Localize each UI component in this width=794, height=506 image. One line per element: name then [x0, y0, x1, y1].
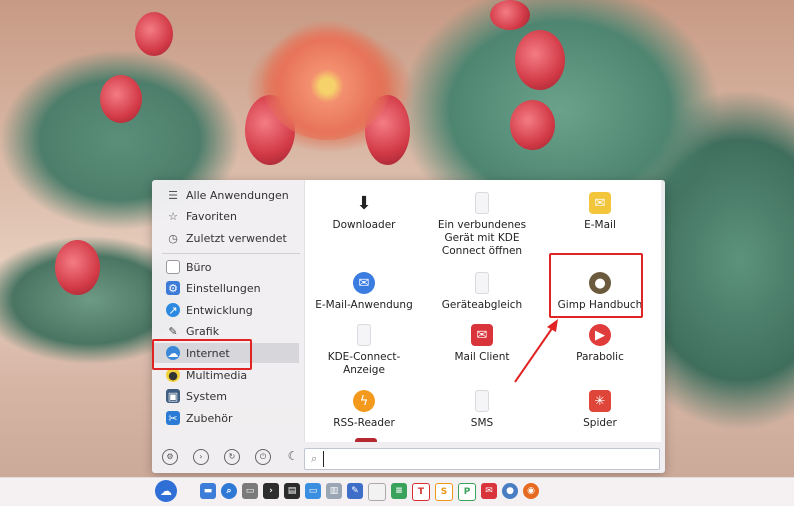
firefox-icon[interactable]: ◉ [523, 483, 539, 499]
terminal-icon[interactable]: › [263, 483, 279, 499]
text-icon[interactable]: T [412, 483, 430, 501]
presentation-icon[interactable]: P [458, 483, 476, 501]
mail-icon[interactable]: ✉ [481, 483, 497, 499]
taskbar-apps: ▬ ⌕ ▭ › ▤ ▭ ▥ ✎ ≡ T S P ✉ ● ◉ [200, 483, 539, 501]
spreadsheet-icon[interactable]: S [435, 483, 453, 501]
screen-icon[interactable]: ▤ [284, 483, 300, 499]
archive-icon[interactable]: ▥ [326, 483, 342, 499]
document-icon[interactable] [368, 483, 386, 501]
drive-icon[interactable]: ▭ [242, 483, 258, 499]
pointer-arrow [514, 319, 558, 383]
launcher-icon[interactable]: ☁ [155, 480, 177, 502]
stack-icon[interactable]: ≡ [391, 483, 407, 499]
github-icon[interactable]: ● [502, 483, 518, 499]
taskbar: ☁ ▬ ⌕ ▭ › ▤ ▭ ▥ ✎ ≡ T S P ✉ ● ◉ [0, 477, 794, 506]
search-icon[interactable]: ⌕ [221, 483, 237, 499]
pdf-icon[interactable]: ✎ [347, 483, 363, 499]
window-icon[interactable]: ▭ [305, 483, 321, 499]
files-icon[interactable]: ▬ [200, 483, 216, 499]
